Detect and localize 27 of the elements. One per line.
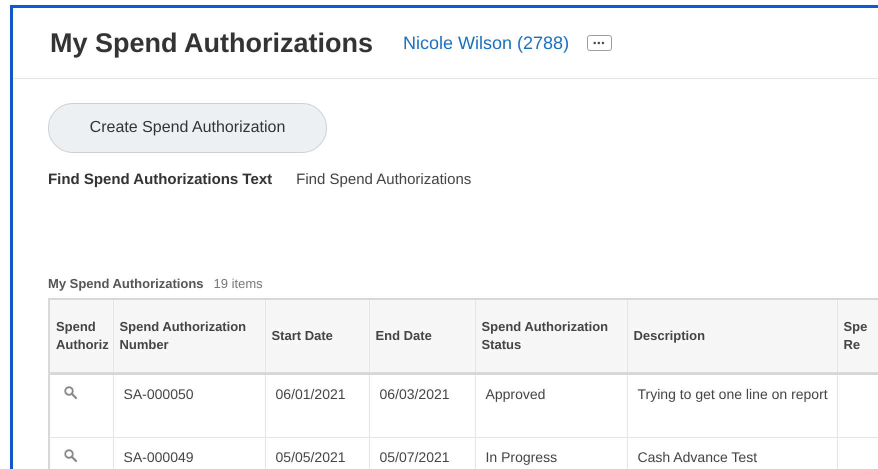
table-cell: 06/03/2021 [369,374,475,438]
find-value: Find Spend Authorizations [296,171,472,188]
table-cell: SA-000050 [113,374,265,438]
search-icon[interactable] [64,449,77,462]
page-title: My Spend Authorizations [50,28,373,58]
table-cell: Cash Advance Test [627,438,837,469]
item-count: 19 items [214,276,263,291]
table-cell: In Progress [475,438,627,469]
table-cell: 05/07/2021 [369,438,475,469]
worker-link[interactable]: Nicole Wilson (2788) [403,32,570,54]
column-header: Spend Authorization Status [475,299,627,374]
table-cell: 05/05/2021 [265,438,369,469]
column-header: Spend Authorization Number [113,299,265,374]
table-cell: SA-000049 [113,438,265,469]
column-header: End Date [369,299,475,374]
column-header: Spend Authoriz [49,299,113,374]
column-header: Start Date [265,299,369,374]
table-cell: Trying to get one line on report [627,374,837,438]
table-cell: 06/01/2021 [265,374,369,438]
search-icon[interactable] [64,386,77,399]
table-title: My Spend Authorizations [48,276,204,291]
table-cell: Approved [475,374,627,438]
column-header: Description [627,299,837,374]
create-button[interactable]: Create Spend Authorization [48,103,327,153]
more-button[interactable]: ••• [587,35,612,51]
column-header: Spe Re [837,299,878,374]
find-label: Find Spend Authorizations Text [48,171,272,188]
